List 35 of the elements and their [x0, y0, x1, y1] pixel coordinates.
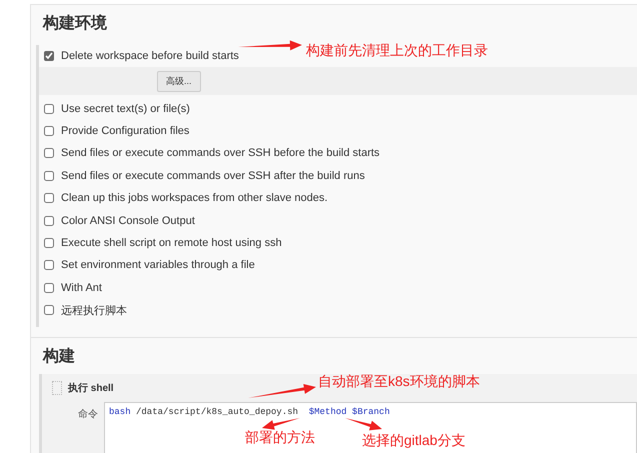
option-label[interactable]: Provide Configuration files: [61, 124, 190, 137]
section-title: 构建环境: [42, 13, 108, 34]
step-title: 执行 shell: [68, 382, 114, 396]
checkbox[interactable]: [44, 260, 54, 270]
checkbox[interactable]: [44, 170, 54, 181]
checkbox[interactable]: [44, 282, 54, 293]
section-title: 构建: [42, 346, 76, 368]
option-label[interactable]: Send files or execute commands over SSH before the build starts: [61, 147, 380, 160]
annotation-arrow: [262, 418, 300, 430]
option-label[interactable]: Set environment variables through a file: [61, 259, 255, 272]
annotation-text: 构建前先清理上次的工作目录: [306, 42, 488, 60]
checkbox[interactable]: [44, 51, 54, 62]
annotation-text: 自动部署至k8s环境的脚本: [318, 373, 480, 391]
annotation-arrow: [345, 418, 382, 430]
option-label[interactable]: Clean up this jobs workspaces from other slave nodes.: [61, 192, 328, 204]
drag-handle-icon[interactable]: [52, 381, 62, 396]
option-label[interactable]: 远程执行脚本: [61, 302, 127, 318]
option-label[interactable]: Delete workspace before build starts: [61, 50, 239, 62]
annotation-text: 选择的gitlab分支: [362, 432, 466, 450]
option-label[interactable]: With Ant: [61, 282, 102, 294]
checkbox[interactable]: [44, 305, 54, 316]
option-label[interactable]: Use secret text(s) or file(s): [61, 102, 190, 115]
field-label: 命令: [77, 408, 99, 422]
checkbox[interactable]: [44, 104, 54, 114]
checkbox[interactable]: [44, 148, 54, 158]
annotation-text: 部署的方法: [245, 429, 315, 447]
option-label[interactable]: Send files or execute commands over SSH after the build runs: [61, 170, 365, 182]
advanced-button[interactable]: 高级...: [157, 70, 201, 92]
checkbox[interactable]: [44, 216, 54, 226]
option-label[interactable]: Execute shell script on remote host using ssh: [61, 236, 282, 249]
option-label[interactable]: Color ANSI Console Output: [61, 214, 195, 227]
checkbox[interactable]: [44, 126, 54, 136]
checkbox[interactable]: [44, 193, 54, 204]
checkbox[interactable]: [44, 238, 54, 248]
annotation-arrow: [248, 384, 316, 398]
